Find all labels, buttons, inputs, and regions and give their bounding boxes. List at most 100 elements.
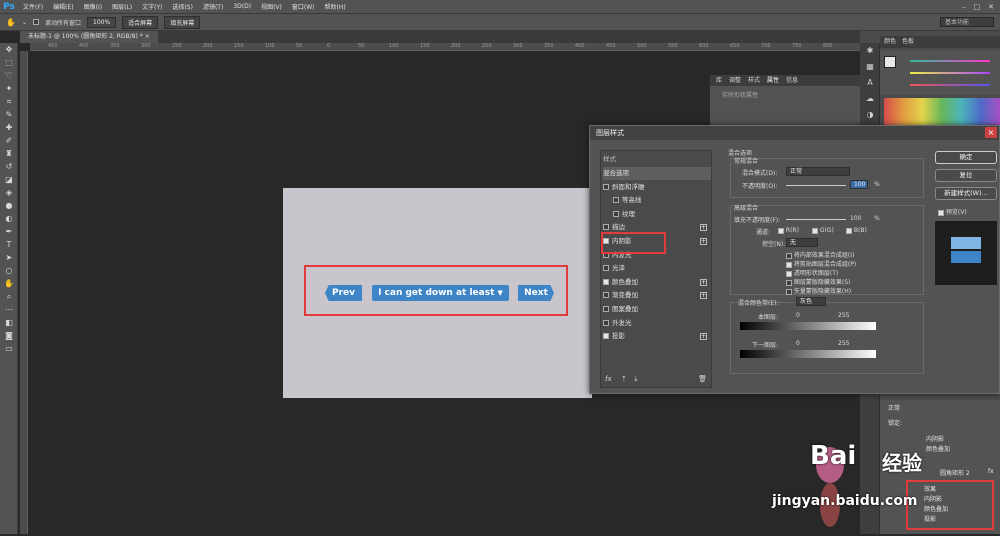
ok-button[interactable]: 确定 bbox=[935, 151, 997, 164]
style-checkbox[interactable] bbox=[603, 265, 609, 272]
magic-wand-icon[interactable]: ✦ bbox=[0, 82, 18, 95]
move-down-icon[interactable]: ⇣ bbox=[633, 375, 639, 383]
tab-adjustments[interactable]: 调整 bbox=[729, 75, 741, 86]
history-brush-icon[interactable]: ↺ bbox=[0, 160, 18, 173]
underlying-slider[interactable] bbox=[740, 350, 876, 358]
adjust-icon[interactable]: ◑ bbox=[860, 107, 880, 123]
style-checkbox[interactable] bbox=[603, 306, 609, 312]
fill-opacity-slider[interactable] bbox=[786, 219, 846, 220]
b-slider[interactable] bbox=[910, 84, 990, 86]
checkbox[interactable] bbox=[786, 288, 792, 295]
channel-r[interactable]: R(R) bbox=[778, 227, 799, 234]
close-icon[interactable]: × bbox=[985, 127, 997, 138]
style-item[interactable]: 混合选项 bbox=[603, 167, 711, 180]
menu-window[interactable]: 窗口(W) bbox=[287, 2, 320, 11]
workspace-select[interactable]: 基本功能 bbox=[940, 17, 994, 27]
menu-help[interactable]: 帮助(H) bbox=[320, 2, 351, 11]
checkbox[interactable] bbox=[786, 270, 792, 277]
opacity-slider[interactable] bbox=[786, 185, 846, 186]
style-checkbox[interactable] bbox=[613, 197, 619, 204]
scroll-all-checkbox[interactable] bbox=[33, 19, 39, 25]
menu-image[interactable]: 图像(I) bbox=[79, 2, 107, 11]
fx-menu-icon[interactable]: fx bbox=[605, 375, 612, 383]
style-checkbox[interactable] bbox=[603, 319, 609, 326]
menu-select[interactable]: 选择(S) bbox=[167, 2, 198, 11]
healing-brush-icon[interactable]: ✚ bbox=[0, 121, 18, 134]
tab-styles[interactable]: 样式 bbox=[748, 75, 760, 86]
blend-mode-select[interactable]: 正常 bbox=[786, 167, 850, 176]
menu-edit[interactable]: 编辑(E) bbox=[48, 2, 78, 11]
move-tool-icon[interactable]: ✥ bbox=[0, 43, 18, 56]
character-panel-icon[interactable]: A bbox=[860, 75, 880, 91]
channel-b[interactable]: B(B) bbox=[846, 227, 867, 234]
document-tab[interactable]: 未标题-1 @ 100% (圆角矩形 2, RGB/8) * × bbox=[20, 31, 158, 43]
blur-tool-icon[interactable]: ● bbox=[0, 199, 18, 212]
menu-view[interactable]: 视图(V) bbox=[256, 2, 287, 11]
lasso-tool-icon[interactable]: ➰ bbox=[0, 69, 18, 82]
add-style-icon[interactable]: + bbox=[700, 224, 707, 232]
style-item[interactable]: 渐变叠加 + bbox=[603, 289, 711, 302]
reset-button[interactable]: 复位 bbox=[935, 169, 997, 182]
new-style-button[interactable]: 新建样式(W)... bbox=[935, 187, 997, 200]
history-panel-icon[interactable]: ✱ bbox=[860, 43, 880, 59]
menu-file[interactable]: 文件(F) bbox=[18, 2, 48, 11]
this-layer-slider[interactable] bbox=[740, 322, 876, 330]
zoom-tool-icon[interactable]: ⌕ bbox=[0, 290, 18, 303]
layer-blend-mode[interactable]: 正常 bbox=[888, 403, 900, 412]
advanced-option-checkbox[interactable]: 透明形状图层(T) bbox=[786, 268, 838, 277]
style-checkbox[interactable] bbox=[603, 183, 609, 190]
checkbox[interactable] bbox=[786, 279, 792, 286]
tab-swatches[interactable]: 色板 bbox=[902, 36, 914, 48]
marquee-tool-icon[interactable]: ⬚ bbox=[0, 56, 18, 69]
style-item[interactable]: 图案叠加 bbox=[603, 303, 711, 316]
style-item[interactable]: 纹理 bbox=[603, 208, 711, 221]
advanced-option-checkbox[interactable]: 图层蒙版隐藏效果(S) bbox=[786, 277, 850, 286]
channel-g[interactable]: G(G) bbox=[812, 227, 834, 234]
brush-tool-icon[interactable]: ✐ bbox=[0, 134, 18, 147]
advanced-option-checkbox[interactable]: 矢量蒙版隐藏效果(H) bbox=[786, 286, 851, 295]
move-up-icon[interactable]: ⇡ bbox=[621, 375, 627, 383]
eraser-tool-icon[interactable]: ◪ bbox=[0, 173, 18, 186]
stamp-tool-icon[interactable]: ♜ bbox=[0, 147, 18, 160]
g-slider[interactable] bbox=[910, 72, 990, 74]
screen-mode-icon[interactable]: ▭ bbox=[0, 342, 18, 355]
cloud-icon[interactable]: ☁ bbox=[860, 91, 880, 107]
eyedropper-icon[interactable]: ✎ bbox=[0, 108, 18, 121]
dodge-tool-icon[interactable]: ◐ bbox=[0, 212, 18, 225]
add-style-icon[interactable]: + bbox=[700, 238, 707, 245]
style-item[interactable]: 颜色叠加 + bbox=[603, 276, 711, 289]
menu-layer[interactable]: 图层(L) bbox=[107, 2, 137, 11]
trash-icon[interactable]: 🗑 bbox=[698, 375, 707, 383]
fill-screen-button[interactable]: 填充屏幕 bbox=[164, 15, 201, 29]
style-item[interactable]: 光泽 bbox=[603, 262, 711, 275]
quick-mask-icon[interactable]: ◙ bbox=[0, 329, 18, 342]
menu-filter[interactable]: 滤镜(T) bbox=[198, 2, 228, 11]
style-checkbox[interactable] bbox=[603, 292, 609, 299]
preview-toggle[interactable]: 预览(V) bbox=[938, 207, 967, 216]
tab-libraries[interactable]: 库 bbox=[716, 75, 722, 86]
fit-screen-button[interactable]: 适合屏幕 bbox=[122, 15, 159, 29]
crop-tool-icon[interactable]: ⌗ bbox=[0, 95, 18, 108]
style-checkbox[interactable] bbox=[613, 210, 619, 217]
menu-3d[interactable]: 3D(D) bbox=[228, 3, 256, 10]
tool-preset-chevron-icon[interactable]: ⌄ bbox=[22, 19, 27, 26]
advanced-option-checkbox[interactable]: 将剪贴图层混合成组(P) bbox=[786, 259, 856, 268]
checkbox[interactable] bbox=[786, 261, 792, 268]
add-style-icon[interactable]: + bbox=[700, 292, 707, 300]
foreground-color-swatch[interactable] bbox=[884, 56, 896, 68]
close-tab-icon[interactable]: × bbox=[145, 33, 150, 40]
minimize-icon[interactable]: – bbox=[962, 3, 966, 11]
pen-tool-icon[interactable]: ✒ bbox=[0, 225, 18, 238]
knockout-select[interactable]: 无 bbox=[786, 238, 818, 247]
fill-opacity-value[interactable]: 100 bbox=[850, 215, 861, 222]
style-item[interactable]: 等高线 bbox=[603, 194, 711, 207]
type-tool-icon[interactable]: T bbox=[0, 238, 18, 251]
r-slider[interactable] bbox=[910, 60, 990, 62]
more-tools-icon[interactable]: ⋯ bbox=[0, 303, 18, 316]
ellipse-tool-icon[interactable]: ○ bbox=[0, 264, 18, 277]
menu-type[interactable]: 文字(Y) bbox=[137, 2, 167, 11]
add-style-icon[interactable]: + bbox=[700, 278, 707, 286]
path-select-icon[interactable]: ➤ bbox=[0, 251, 18, 264]
color-swatches-icon[interactable]: ◧ bbox=[0, 316, 18, 329]
hand-tool-icon[interactable]: ✋ bbox=[6, 18, 16, 27]
